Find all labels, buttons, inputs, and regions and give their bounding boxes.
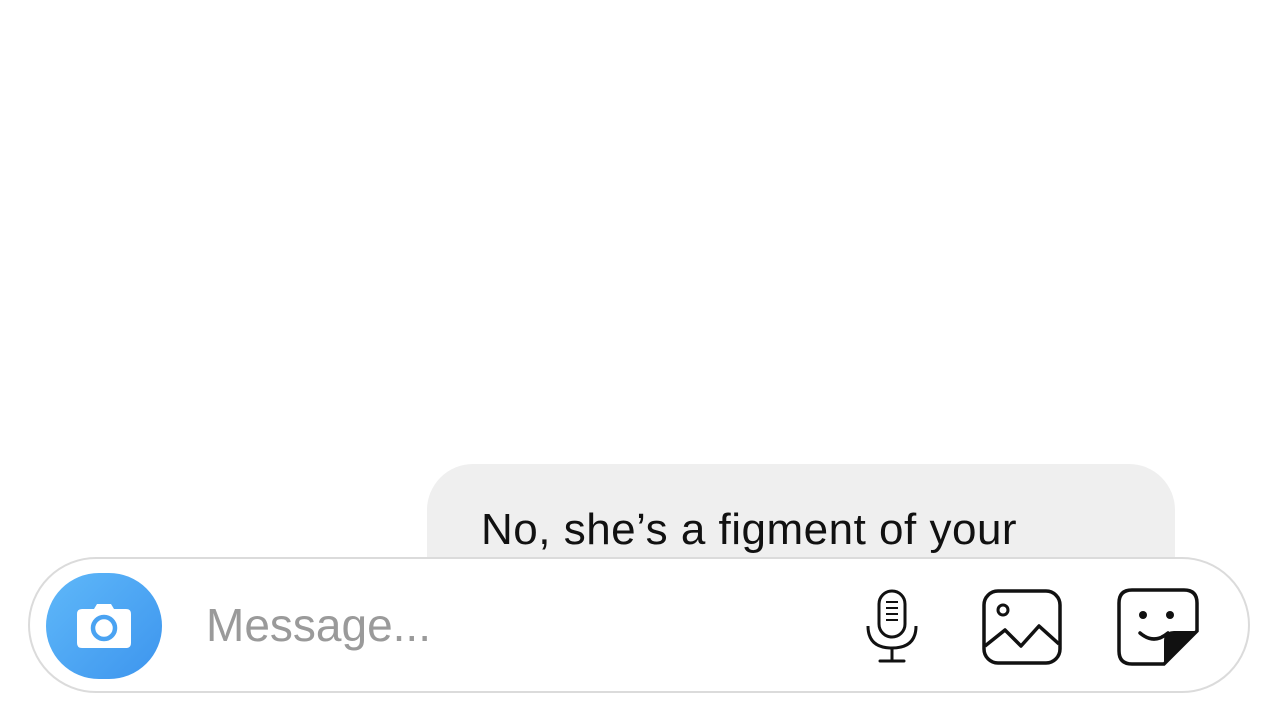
- message-text: No, she’s a figment of your: [481, 505, 1018, 554]
- sticker-button[interactable]: [1116, 587, 1200, 667]
- camera-button[interactable]: [46, 573, 162, 679]
- message-composer: [28, 557, 1250, 693]
- message-input[interactable]: [206, 589, 806, 661]
- voice-message-button[interactable]: [850, 587, 934, 667]
- camera-icon: [77, 604, 131, 648]
- sticker-icon: [1117, 588, 1199, 666]
- microphone-icon: [866, 589, 918, 663]
- chat-screen: No, she’s a figment of your: [0, 0, 1280, 720]
- gallery-button[interactable]: [980, 587, 1064, 667]
- gallery-icon: [982, 589, 1062, 665]
